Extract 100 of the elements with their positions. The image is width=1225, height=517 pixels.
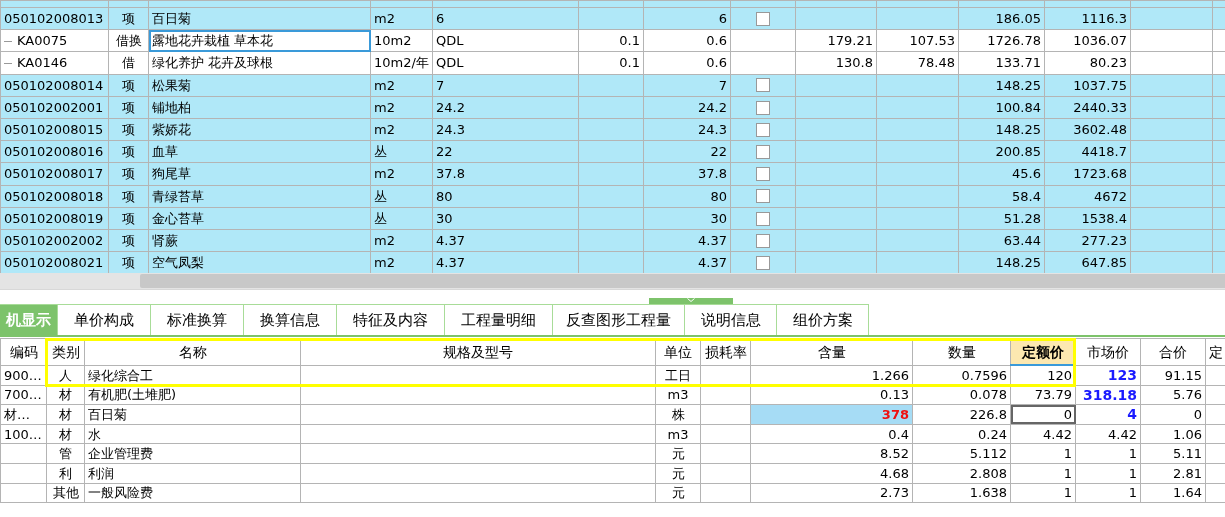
table-cell: 24.3 [698, 122, 727, 138]
table-cell: 0 [1063, 407, 1072, 422]
table-row[interactable]: 700… 材 有机肥(土堆肥) m3 0.13 0.078 73.79 318.18 5.76 [0, 385, 1225, 405]
column-header[interactable]: 数量 [947, 343, 976, 360]
table-cell: 其他 [52, 485, 79, 501]
table-cell: 血草 [152, 144, 178, 160]
table-cell: 318.18 [1082, 386, 1137, 403]
table-row[interactable]: 050102008014 项 松果菊 m2 7 7 148.25 1037.75 [0, 74, 1225, 97]
table-cell: 绿化养护 花卉及球根 [152, 55, 274, 71]
table-row[interactable]: 050102002001 项 铺地柏 m2 24.2 24.2 100.84 2440.33 [0, 96, 1225, 119]
table-row[interactable]: 050102002002 项 肾蕨 m2 4.37 4.37 63.44 277.23 [0, 229, 1225, 252]
checkbox[interactable] [756, 167, 770, 182]
table-cell: 130.8 [835, 55, 873, 71]
column-header[interactable]: 名称 [178, 343, 207, 360]
table-cell: 0.13 [880, 387, 909, 403]
table-cell: 73.79 [1034, 387, 1072, 403]
table-cell: 647.85 [1081, 255, 1127, 271]
table-cell: 1036.07 [1073, 33, 1127, 49]
table-cell: 22 [710, 144, 727, 160]
table-row[interactable]: KA0075 借换 露地花卉栽植 草本花 10m2 QDL 0.1 0.6 179.21 107.53 1726.78 1036.07 [0, 29, 1225, 52]
table-cell: 148.25 [995, 77, 1041, 93]
table-cell: 2.808 [969, 465, 1007, 481]
table-cell: 5.11 [1173, 446, 1202, 462]
table-cell: 元 [671, 465, 685, 481]
table-row[interactable]: 其他 一般风险费 元 2.73 1.638 1 1 1.64 [0, 483, 1225, 503]
focused-cell[interactable]: 露地花卉栽植 草本花 [148, 29, 371, 52]
table-cell: 78.48 [917, 55, 955, 71]
tab[interactable]: 单价构成 [58, 304, 151, 335]
checkbox[interactable] [756, 144, 770, 159]
checkbox[interactable] [756, 78, 770, 93]
table-cell: KA0146 [17, 55, 68, 71]
table-cell: 1723.68 [1073, 166, 1127, 182]
table-row[interactable]: 050102008018 项 青绿苔草 丛 80 80 58.4 4672 [0, 185, 1225, 208]
tab[interactable]: 换算信息 [244, 304, 337, 335]
checkbox[interactable] [756, 189, 770, 204]
column-header[interactable]: 含量 [817, 343, 846, 360]
column-header[interactable]: 规格及型号 [443, 343, 513, 360]
table-cell: 2.81 [1173, 465, 1202, 481]
table-cell: 63.44 [1003, 232, 1041, 248]
table-cell: 项 [122, 232, 135, 248]
table-cell: 1.64 [1173, 485, 1202, 501]
table-cell: 050102002001 [4, 99, 104, 115]
table-cell: 0.24 [978, 426, 1007, 442]
table-row[interactable]: 100… 材 水 m3 0.4 0.24 4.42 4.42 1.06 [0, 424, 1225, 444]
table-cell: m2 [374, 232, 395, 248]
table-cell: 1 [1063, 446, 1072, 462]
tab[interactable]: 标准换算 [151, 304, 244, 335]
tab[interactable]: 特征及内容 [337, 304, 445, 335]
tab[interactable]: 工程量明细 [445, 304, 553, 335]
table-cell: 1 [1128, 446, 1137, 462]
table-row[interactable]: 050102008013 项 百日菊 m2 6 6 186.05 1116.3 [0, 7, 1225, 30]
checkbox[interactable] [756, 255, 770, 270]
table-row[interactable]: 050102008016 项 血草 丛 22 22 200.85 4418.7 [0, 140, 1225, 163]
table-cell: 123 [1107, 367, 1137, 384]
table-cell: 050102008014 [4, 77, 104, 93]
table-cell: 4.37 [436, 232, 465, 248]
tab[interactable]: 说明信息 [685, 304, 777, 335]
table-row[interactable]: 900… 人 绿化综合工 工日 1.266 0.7596 120 123 91.15 [0, 365, 1225, 386]
checkbox[interactable] [756, 100, 770, 115]
table-cell: 项 [122, 255, 135, 271]
checkbox[interactable] [756, 122, 770, 137]
table-cell: 4.37 [698, 232, 727, 248]
table-cell: 肾蕨 [152, 232, 178, 248]
table-row[interactable]: 管 企业管理费 元 8.52 5.112 1 1 5.11 [0, 443, 1225, 464]
table-cell: 0.078 [969, 387, 1007, 403]
table-cell: m2 [374, 77, 395, 93]
table-cell: 133.71 [995, 55, 1041, 71]
table-cell: 58.4 [1012, 188, 1041, 204]
table-row[interactable]: 050102008017 项 狗尾草 m2 37.8 37.8 45.6 1723.68 [0, 162, 1225, 185]
table-cell: 绿化综合工 [88, 367, 153, 383]
table-row[interactable]: 050102008019 项 金心苔草 丛 30 30 51.28 1538.4 [0, 207, 1225, 230]
table-row[interactable]: 050102008015 项 紫娇花 m2 24.3 24.3 148.25 3602.48 [0, 118, 1225, 141]
table-row[interactable]: 利 利润 元 4.68 2.808 1 1 2.81 [0, 463, 1225, 484]
checkbox[interactable] [756, 11, 770, 26]
checkbox[interactable] [756, 233, 770, 248]
table-row[interactable]: 050102008021 项 空气凤梨 m2 4.37 4.37 148.25 647.85 [0, 251, 1225, 273]
table-cell: 企业管理费 [88, 446, 153, 462]
table-cell: 186.05 [995, 11, 1041, 27]
tab[interactable]: 反查图形工程量 [553, 304, 685, 335]
table-cell: QDL [436, 55, 464, 71]
table-cell: 项 [122, 188, 135, 204]
table-row[interactable]: 材… 材 百日菊 株 378 226.8 0 4 0 [0, 404, 1225, 425]
table-cell: 80.23 [1089, 55, 1127, 71]
splitter-handle[interactable] [649, 298, 733, 304]
table-row[interactable]: KA0146 借 绿化养护 花卉及球根 10m2/年 QDL 0.1 0.6 130.8 78.48 133.71 80.23 [0, 51, 1225, 75]
table-cell: m2 [374, 11, 395, 27]
table-cell: 百日菊 [152, 11, 191, 27]
table-cell: 一般风险费 [88, 485, 153, 501]
scrollbar-thumb[interactable] [140, 274, 1225, 288]
horizontal-scrollbar[interactable] [0, 273, 1225, 290]
table-cell: 4.37 [698, 255, 727, 271]
table-cell: 2.73 [880, 485, 909, 501]
tab[interactable]: 组价方案 [777, 304, 869, 335]
table-cell: 4672 [1093, 188, 1127, 204]
table-cell: 37.8 [436, 166, 465, 182]
checkbox[interactable] [756, 211, 770, 226]
table-cell: 1.638 [969, 485, 1007, 501]
focused-cell[interactable]: 0 [1010, 404, 1076, 425]
table-cell: 4418.7 [1081, 144, 1127, 160]
table-cell: 148.25 [995, 122, 1041, 138]
